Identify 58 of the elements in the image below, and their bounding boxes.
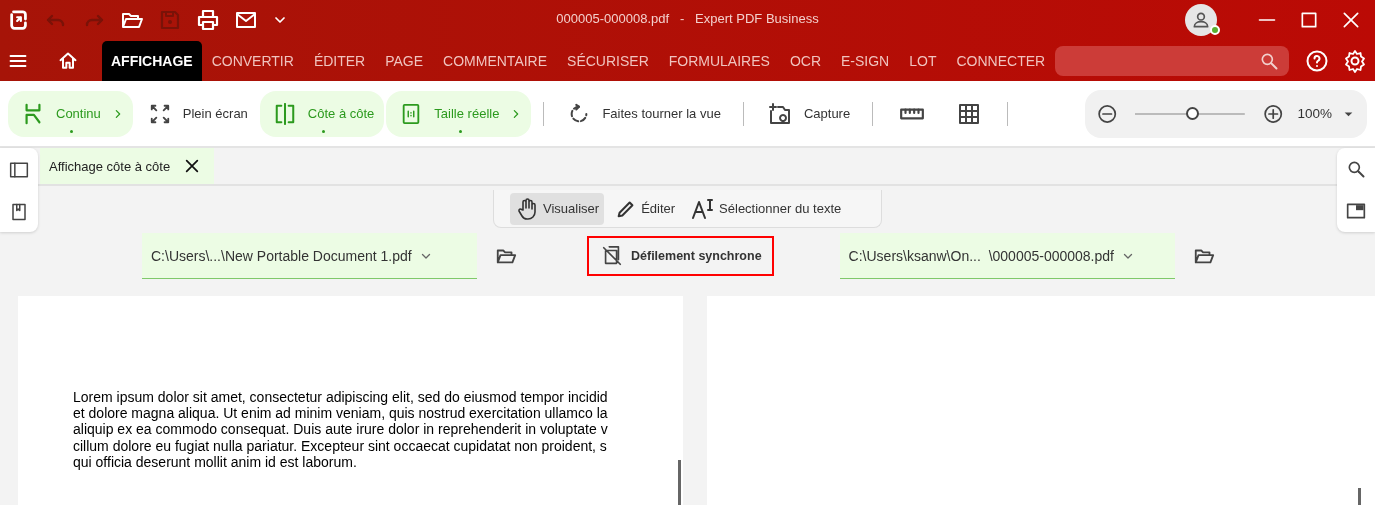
toolbar-button[interactable]: Continu (8, 90, 133, 137)
close-icon[interactable] (1341, 10, 1361, 30)
slider-thumb[interactable] (1186, 106, 1200, 120)
menu-tab[interactable]: PAGE (375, 41, 434, 81)
help-icon[interactable] (1305, 49, 1329, 73)
text-cursor-icon (691, 196, 716, 221)
toolbar-button[interactable]: Côte à côte (259, 90, 385, 137)
menu-tab[interactable]: SÉCURISER (557, 41, 659, 81)
fullscreen-icon (148, 102, 171, 125)
zoom-out-icon[interactable] (1097, 102, 1118, 125)
document-text: aliquip ex ea commodo consequat. Duis aute irure dolor in reprehenderit in voluptate v (73, 421, 609, 438)
menu-tab[interactable]: LOT (899, 41, 947, 81)
person-icon (1191, 10, 1211, 30)
window-title: 000005-000008.pdf - Expert PDF Business (556, 11, 819, 26)
toolbar-button[interactable]: Faites tourner la vue (554, 90, 731, 137)
close-icon[interactable] (184, 158, 201, 174)
toolbar-button[interactable]: Capture (753, 90, 861, 137)
toolbar-button[interactable]: Plein écran (134, 90, 258, 137)
document-text: qui officia deserunt mollit anim id est laborum. (73, 453, 357, 470)
menu-tab[interactable]: AFFICHAGE (102, 41, 202, 81)
zoom-value: 100% (1297, 106, 1332, 121)
file-dropdown[interactable]: C:\Users\...\New Portable Document 1.pdf (142, 233, 477, 279)
sync-scroll-button[interactable]: Défilement synchrone (587, 236, 774, 276)
search-icon (1259, 51, 1279, 71)
zoom-in-icon[interactable] (1263, 102, 1284, 125)
continuous-icon (22, 102, 44, 125)
camera-icon (767, 101, 792, 126)
print-icon[interactable] (196, 8, 220, 32)
menu-tab[interactable]: CONNECTER (946, 41, 1056, 81)
grid-icon[interactable] (957, 101, 982, 126)
bookmark-icon[interactable] (10, 202, 28, 221)
user-avatar[interactable] (1185, 4, 1217, 36)
toolbar-button[interactable]: Taille réelle (386, 90, 532, 137)
maximize-icon[interactable] (1299, 10, 1319, 30)
app-logo-icon (8, 8, 30, 32)
document-text: Lorem ipsum dolor sit amet, consectetur adipiscing elit, sed do eiusmod tempor incidid (73, 389, 609, 406)
mode-button[interactable]: Sélectionner du texte (686, 192, 847, 225)
search-icon[interactable] (1346, 159, 1366, 179)
file-dropdown[interactable]: C:\Users\ksanw\On... \000005-000008.pdf (839, 233, 1175, 279)
sync-scroll-off-icon (601, 245, 623, 267)
mode-button[interactable]: Éditer (610, 192, 681, 225)
menu-tab[interactable]: FORMULAIRES (658, 41, 780, 81)
document-text: cillum dolore eu fugiat nulla pariatur. Excepteur sint occaecat cupidatat non proident, s (73, 437, 608, 454)
search-field[interactable] (1055, 46, 1289, 76)
home-icon[interactable] (58, 51, 78, 71)
panel-icon[interactable] (1346, 201, 1366, 221)
tab-title: Affichage côte à côte (49, 158, 171, 174)
mode-button[interactable]: Visualiser (510, 192, 605, 225)
hand-icon (515, 196, 539, 221)
document-tab[interactable]: Affichage côte à côte (40, 148, 215, 184)
document-text: et dolore magna aliqua. Ut enim ad minim veniam, quis nostrud exercitation ullamco la (73, 405, 609, 422)
menu-tab[interactable]: ÉDITER (303, 41, 376, 81)
side-by-side-icon (273, 102, 296, 125)
menu-tab[interactable]: E-SIGN (831, 41, 900, 81)
menu-tab[interactable]: CONVERTIR (201, 41, 304, 81)
menu-tab[interactable]: COMMENTAIRE (433, 41, 558, 81)
settings-icon[interactable] (1343, 49, 1367, 73)
menu-tab[interactable]: OCR (779, 41, 831, 81)
